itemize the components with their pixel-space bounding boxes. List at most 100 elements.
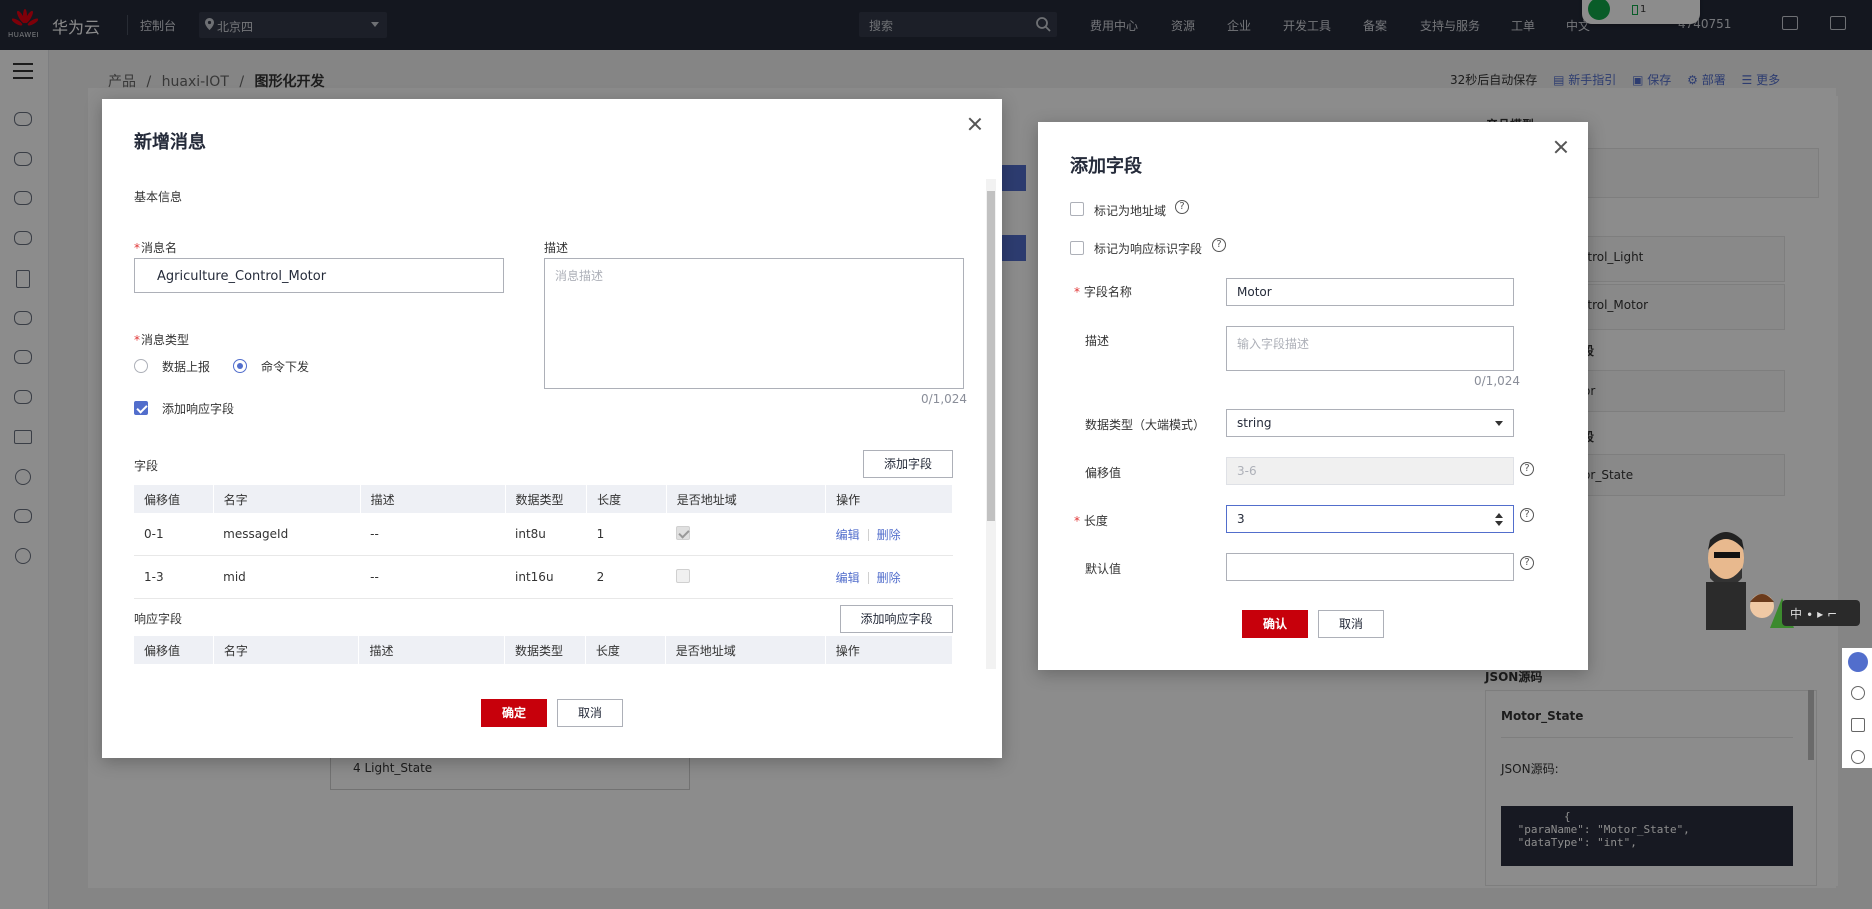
cell-is-address [666,513,826,556]
description-label: 描述 [544,241,569,255]
message-type-label: 消息类型 [134,331,189,348]
edit-link[interactable]: 编辑 [836,528,860,542]
add-response-field-button[interactable]: 添加响应字段 [840,605,953,633]
add-response-label[interactable]: 添加响应字段 [162,400,234,417]
close-icon[interactable] [968,117,982,131]
cell-length: 2 [586,555,667,599]
length-stepper[interactable]: 3 [1226,505,1514,533]
cell-desc: -- [360,555,506,599]
radio-command-send[interactable] [233,359,247,373]
table-row: 0-1 messageId -- int8u 1 编辑 删除 [134,513,953,556]
column-header: 是否地址域 [666,485,827,513]
confirm-button[interactable]: 确定 [481,699,547,727]
length-label: * 长度 [1074,514,1108,528]
cell-offset: 0-1 [134,513,214,556]
field-desc-counter: 0/1,024 [1474,374,1521,388]
column-header: 名字 [213,636,360,664]
cell-desc: -- [360,513,506,556]
delete-link[interactable]: 删除 [877,528,901,542]
table-header-row: 偏移值 名字 描述 数据类型 长度 是否地址域 操作 [134,485,953,513]
description-textarea[interactable]: 消息描述 [544,258,964,389]
help-icon[interactable]: ? [1212,238,1226,252]
help-icon[interactable]: ? [1520,556,1534,570]
help-icon[interactable] [1851,686,1865,700]
section-basic-info: 基本信息 [134,190,183,204]
cell-type: int8u [505,513,587,556]
mark-response-checkbox[interactable] [1070,241,1084,255]
cancel-button[interactable]: 取消 [1318,610,1384,638]
add-field-button[interactable]: 添加字段 [863,450,953,478]
datatype-select[interactable]: string [1226,409,1514,437]
edit-link[interactable]: 编辑 [836,571,860,585]
column-header: 偏移值 [134,636,214,664]
required-mark: * [1074,285,1084,299]
is-address-checkbox [676,568,691,583]
offset-value: 3-6 [1237,464,1257,478]
feedback-icon[interactable] [1851,718,1865,732]
mark-address-label[interactable]: 标记为地址域 [1094,202,1166,219]
column-header: 名字 [213,485,361,513]
column-header: 偏移值 [134,485,214,513]
fields-table: 偏移值 名字 描述 数据类型 长度 是否地址域 操作 0-1 messageId… [134,485,953,599]
scrollbar-thumb[interactable] [987,191,995,521]
field-desc-placeholder: 输入字段描述 [1237,337,1310,351]
close-icon[interactable] [1554,140,1568,154]
add-field-dialog: 添加字段 标记为地址域 ? 标记为响应标识字段 ? * 字段名称 Motor 描… [1038,122,1588,670]
field-name-label: * 字段名称 [1074,285,1132,299]
table-row: 1-3 mid -- int16u 2 编辑 删除 [134,555,953,599]
dialog-scrollbar[interactable] [986,179,996,669]
field-name-input[interactable]: Motor [1226,278,1514,306]
table-header-row: 偏移值 名字 描述 数据类型 长度 是否地址域 操作 [134,636,954,664]
delete-link[interactable]: 删除 [877,571,901,585]
increment-icon[interactable] [1495,513,1503,518]
add-response-checkbox[interactable] [134,401,148,415]
column-header: 数据类型 [505,485,588,513]
radio-command-send-label[interactable]: 命令下发 [261,358,309,375]
column-header: 长度 [586,485,667,513]
is-address-checkbox [676,525,691,540]
radio-data-report-label[interactable]: 数据上报 [162,358,210,375]
response-fields-table: 偏移值 名字 描述 数据类型 长度 是否地址域 操作 [134,636,954,664]
cancel-button[interactable]: 取消 [557,699,623,727]
help-icon[interactable]: ? [1520,462,1534,476]
message-name-input[interactable]: Agriculture_Control_Motor [134,258,504,293]
datatype-value: string [1237,416,1272,430]
column-header: 长度 [585,636,666,664]
add-message-dialog: 新增消息 基本信息 消息名 Agriculture_Control_Motor … [102,99,1002,758]
column-header: 描述 [360,485,506,513]
radio-data-report[interactable] [134,359,148,373]
cell-name: mid [213,555,361,599]
help-icon[interactable]: ? [1520,508,1534,522]
length-value: 3 [1237,512,1245,526]
field-desc-textarea[interactable]: 输入字段描述 [1226,326,1514,371]
cell-actions: 编辑 删除 [825,555,953,599]
description-placeholder: 消息描述 [555,269,604,283]
mark-response-label[interactable]: 标记为响应标识字段 [1094,240,1202,257]
column-header: 数据类型 [504,636,586,664]
description-counter: 0/1,024 [921,392,968,406]
dialog-title: 新增消息 [134,132,206,153]
cell-actions: 编辑 删除 [825,513,953,556]
help-icon[interactable]: ? [1175,200,1189,214]
chevron-down-icon [1495,421,1503,426]
mascot-widget-icon[interactable]: 中 ∙ ▸ ⌐ [1684,528,1860,630]
field-desc-label: 描述 [1085,334,1110,348]
message-name-label: 消息名 [134,239,177,256]
message-name-value: Agriculture_Control_Motor [157,269,327,284]
floating-help-buttons [1842,648,1872,768]
decrement-icon[interactable] [1495,521,1503,526]
default-value-label: 默认值 [1085,562,1122,576]
response-fields-label: 响应字段 [134,612,183,626]
smile-icon[interactable] [1851,750,1865,764]
headset-icon[interactable] [1848,652,1868,672]
cell-is-address [666,555,826,599]
cell-length: 1 [586,513,667,556]
column-header: 是否地址域 [665,636,826,664]
mark-address-checkbox[interactable] [1070,202,1084,216]
confirm-button[interactable]: 确认 [1242,610,1308,638]
cell-name: messageId [213,513,361,556]
svg-text:中 ∙ ▸ ⌐: 中 ∙ ▸ ⌐ [1790,606,1837,621]
cell-type: int16u [505,555,587,599]
column-header: 操作 [825,636,954,664]
default-value-input[interactable] [1226,553,1514,581]
